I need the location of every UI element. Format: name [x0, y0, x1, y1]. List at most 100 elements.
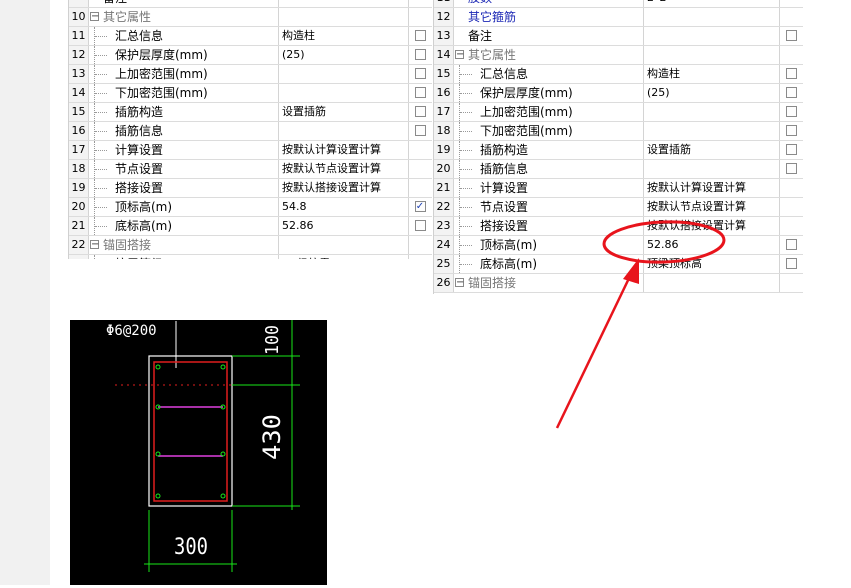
property-name-cell: 搭接设置	[89, 179, 279, 197]
property-value-cell[interactable]: 52.86	[644, 236, 780, 254]
property-value-cell[interactable]: 2*2	[644, 0, 780, 7]
table-row[interactable]: 22 节点设置 按默认节点设置计算	[434, 198, 803, 217]
table-row[interactable]: 17 上加密范围(mm)	[434, 103, 803, 122]
attach-checkbox[interactable]	[414, 125, 426, 136]
attach-checkbox[interactable]	[414, 106, 426, 117]
collapse-icon[interactable]: −	[455, 50, 464, 60]
property-value-cell[interactable]	[644, 46, 780, 64]
collapse-icon[interactable]: −	[90, 12, 99, 22]
collapse-icon[interactable]: −	[455, 278, 464, 288]
property-value-cell[interactable]: (三级抗震)	[279, 255, 409, 259]
attach-checkbox[interactable]: ✓	[414, 201, 426, 212]
table-row[interactable]: 15 汇总信息 构造柱	[434, 65, 803, 84]
attach-checkbox[interactable]	[785, 30, 797, 41]
checkbox-cell	[409, 0, 432, 7]
table-row[interactable]: 23 抗震等级 (三级抗震)	[69, 255, 432, 259]
property-name-cell: 其它箍筋	[454, 8, 644, 26]
property-value-cell[interactable]	[279, 236, 409, 254]
attach-checkbox[interactable]	[414, 49, 426, 60]
table-row[interactable]: 21 计算设置 按默认计算设置计算	[434, 179, 803, 198]
property-value-cell[interactable]	[644, 27, 780, 45]
property-name-cell: − 其它属性	[454, 46, 644, 64]
property-value-cell[interactable]	[644, 160, 780, 178]
table-row[interactable]: 22− 锚固搭接	[69, 236, 432, 255]
table-row[interactable]: 24 顶标高(m) 52.86	[434, 236, 803, 255]
table-row[interactable]: 17 计算设置 按默认计算设置计算	[69, 141, 432, 160]
property-value-cell[interactable]	[279, 65, 409, 83]
table-row[interactable]: 10− 其它属性	[69, 8, 432, 27]
property-value-cell[interactable]: (25)	[644, 84, 780, 102]
table-row[interactable]: 备注	[69, 0, 432, 8]
row-number: 23	[434, 217, 454, 235]
property-value-cell[interactable]	[644, 103, 780, 121]
checkbox-cell	[780, 84, 803, 102]
attach-checkbox[interactable]	[785, 258, 797, 269]
table-row[interactable]: 20 插筋信息	[434, 160, 803, 179]
checkbox-cell	[780, 103, 803, 121]
attach-checkbox[interactable]	[785, 144, 797, 155]
table-row[interactable]: 20 顶标高(m) 54.8 ✓	[69, 198, 432, 217]
property-value-cell[interactable]	[279, 8, 409, 26]
table-row[interactable]: 13 上加密范围(mm)	[69, 65, 432, 84]
property-value-cell[interactable]	[644, 122, 780, 140]
property-value-cell[interactable]	[644, 8, 780, 26]
property-name-cell: 顶标高(m)	[89, 198, 279, 216]
property-value-cell[interactable]	[279, 0, 409, 7]
property-value-cell[interactable]	[279, 84, 409, 102]
table-row[interactable]: 14− 其它属性	[434, 46, 803, 65]
property-value-cell[interactable]: 按默认计算设置计算	[279, 141, 409, 159]
property-value-cell[interactable]: 顶梁顶标高	[644, 255, 780, 273]
attach-checkbox[interactable]	[785, 125, 797, 136]
property-value-cell[interactable]: 按默认计算设置计算	[644, 179, 780, 197]
table-row[interactable]: 18 下加密范围(mm)	[434, 122, 803, 141]
property-label: 计算设置	[115, 143, 164, 157]
property-label: 其它属性	[468, 48, 517, 62]
property-value-cell[interactable]: 按默认搭接设置计算	[644, 217, 780, 235]
collapse-icon[interactable]: −	[90, 240, 99, 250]
table-row[interactable]: 18 节点设置 按默认节点设置计算	[69, 160, 432, 179]
table-row[interactable]: 11 肢数 2*2	[434, 0, 803, 8]
attach-checkbox[interactable]	[785, 163, 797, 174]
attach-checkbox[interactable]	[785, 106, 797, 117]
property-value-cell[interactable]: 54.8	[279, 198, 409, 216]
table-row[interactable]: 12 其它箍筋	[434, 8, 803, 27]
property-label: 备注	[468, 29, 493, 43]
table-row[interactable]: 21 底标高(m) 52.86	[69, 217, 432, 236]
attach-checkbox[interactable]	[785, 87, 797, 98]
property-value-cell[interactable]: 构造柱	[644, 65, 780, 83]
table-row[interactable]: 13 备注	[434, 27, 803, 46]
property-value-cell[interactable]: (25)	[279, 46, 409, 64]
table-row[interactable]: 16 保护层厚度(mm) (25)	[434, 84, 803, 103]
property-value-cell[interactable]: 构造柱	[279, 27, 409, 45]
table-row[interactable]: 23 搭接设置 按默认搭接设置计算	[434, 217, 803, 236]
table-row[interactable]: 19 搭接设置 按默认搭接设置计算	[69, 179, 432, 198]
property-value-cell[interactable]	[644, 274, 780, 292]
checkbox-cell	[780, 122, 803, 140]
attach-checkbox[interactable]	[785, 239, 797, 250]
attach-checkbox[interactable]	[414, 68, 426, 79]
property-value-cell[interactable]	[279, 122, 409, 140]
attach-checkbox[interactable]	[414, 87, 426, 98]
table-row[interactable]: 11 汇总信息 构造柱	[69, 27, 432, 46]
checkbox-cell	[780, 217, 803, 235]
property-value-cell[interactable]: 52.86	[279, 217, 409, 235]
property-value-cell[interactable]: 设置插筋	[279, 103, 409, 121]
property-value-cell[interactable]: 设置插筋	[644, 141, 780, 159]
table-row[interactable]: 14 下加密范围(mm)	[69, 84, 432, 103]
attach-checkbox[interactable]	[414, 220, 426, 231]
row-number: 16	[434, 84, 454, 102]
table-row[interactable]: 15 插筋构造 设置插筋	[69, 103, 432, 122]
property-value-cell[interactable]: 按默认节点设置计算	[644, 198, 780, 216]
table-row[interactable]: 16 插筋信息	[69, 122, 432, 141]
table-row[interactable]: 19 插筋构造 设置插筋	[434, 141, 803, 160]
property-value-cell[interactable]: 按默认节点设置计算	[279, 160, 409, 178]
table-row[interactable]: 12 保护层厚度(mm) (25)	[69, 46, 432, 65]
property-value-cell[interactable]: 按默认搭接设置计算	[279, 179, 409, 197]
attach-checkbox[interactable]	[414, 30, 426, 41]
table-row[interactable]: 26− 锚固搭接	[434, 274, 803, 293]
attach-checkbox[interactable]	[785, 68, 797, 79]
table-row[interactable]: 25 底标高(m) 顶梁顶标高	[434, 255, 803, 274]
property-label: 底标高(m)	[115, 219, 173, 233]
property-label: 上加密范围(mm)	[115, 67, 208, 81]
property-label: 锚固搭接	[468, 276, 517, 290]
